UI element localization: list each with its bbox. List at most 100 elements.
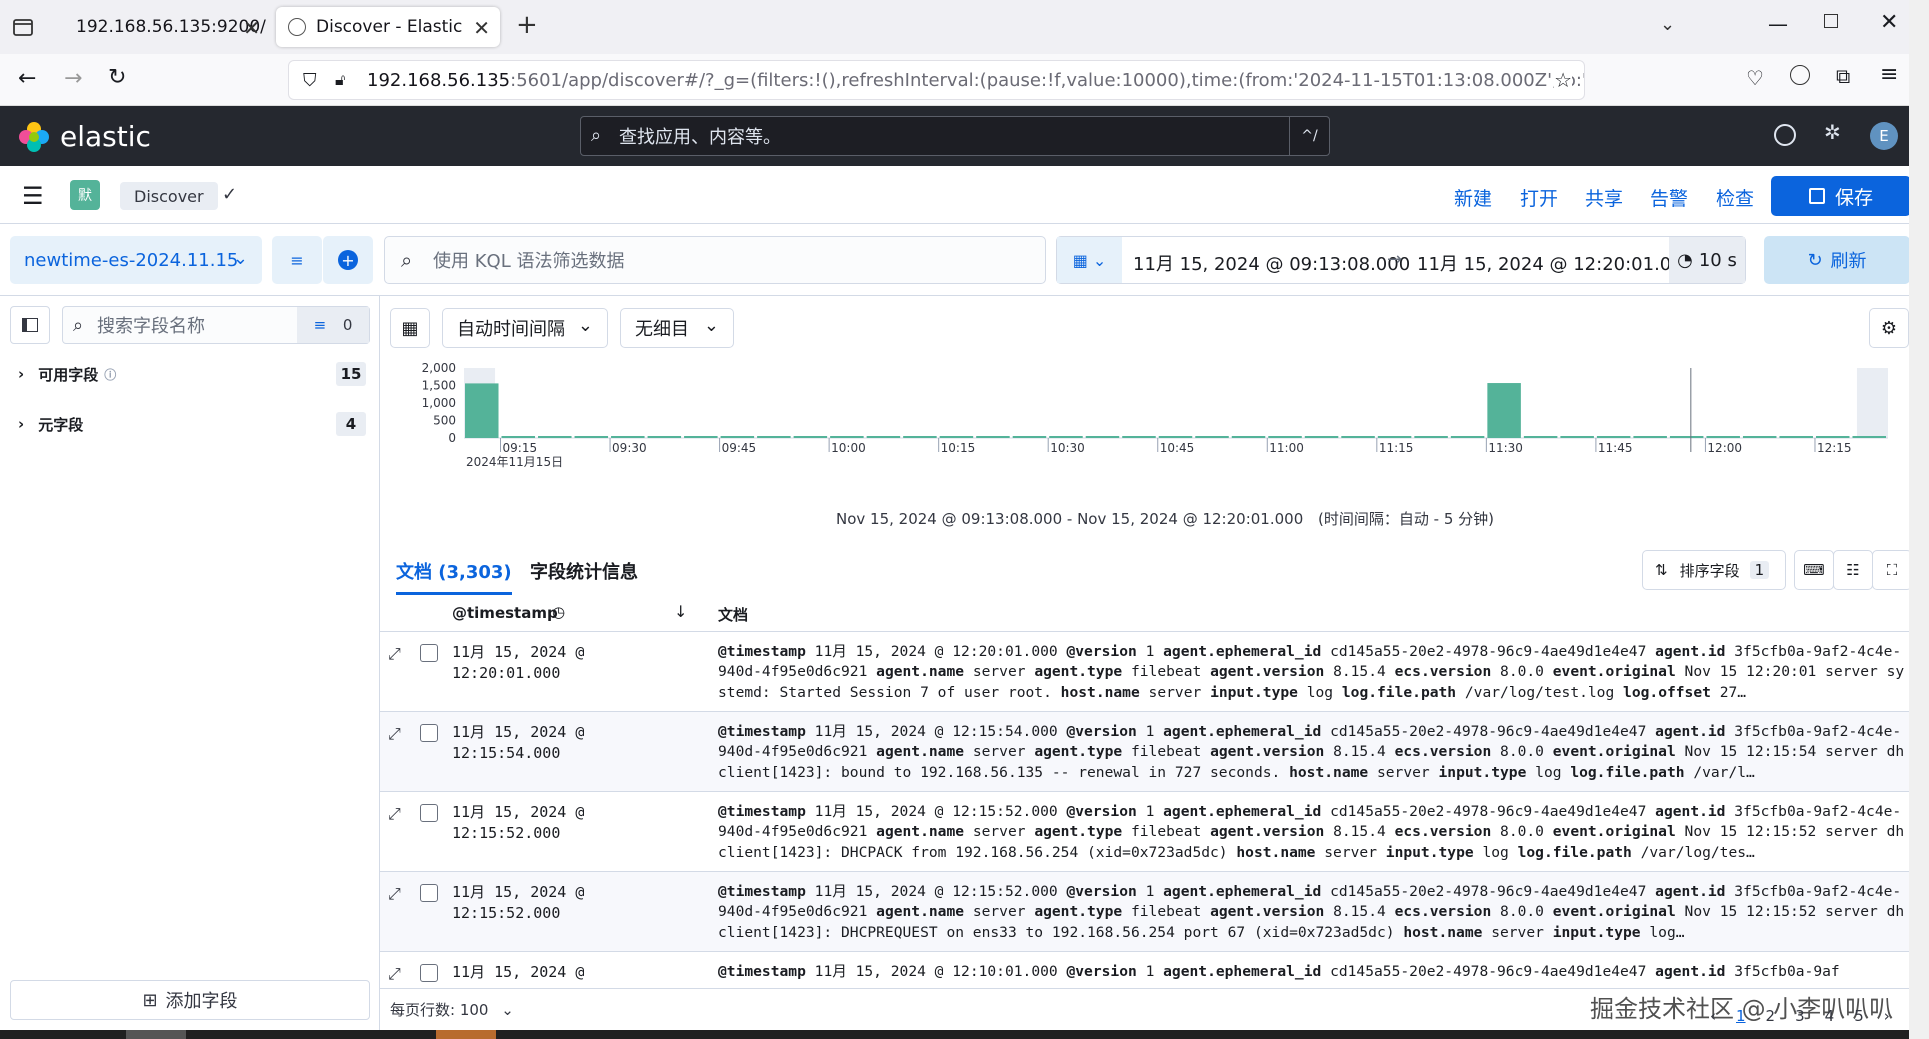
histogram-bar[interactable] <box>1596 436 1631 438</box>
tab-documents[interactable]: 文档 (3,303) <box>396 558 512 595</box>
menu-icon[interactable]: ≡ <box>1880 62 1898 87</box>
histogram-bar[interactable] <box>1231 436 1266 438</box>
refresh-interval-badge[interactable]: ◔ 10 s <box>1669 237 1745 283</box>
new-tab-button[interactable]: + <box>516 10 538 40</box>
taskbar-app-indicator[interactable] <box>126 1030 186 1039</box>
histogram-bar[interactable] <box>1158 436 1193 438</box>
tab-overflow-chevron-icon[interactable]: ⌄ <box>1660 14 1675 35</box>
account-icon[interactable] <box>1790 65 1810 85</box>
chart-options-button[interactable]: ⚙ <box>1869 308 1909 348</box>
histogram-bar[interactable] <box>793 436 828 438</box>
histogram-bar[interactable] <box>1815 436 1850 438</box>
row-checkbox[interactable] <box>420 644 438 662</box>
extensions-icon[interactable]: ⧉ <box>1836 64 1850 88</box>
histogram-bar[interactable] <box>684 436 718 438</box>
sort-descending-icon[interactable]: ↓ <box>674 602 687 621</box>
keyboard-shortcuts-button[interactable]: ⌨ <box>1794 550 1834 590</box>
histogram-bar[interactable] <box>866 436 901 438</box>
time-from[interactable]: 11月 15, 2024 @ 09:13:08.000 <box>1133 250 1410 276</box>
histogram-bar[interactable] <box>1560 436 1594 438</box>
histogram-bar[interactable] <box>1779 436 1813 438</box>
add-field-button[interactable]: ⊞ 添加字段 <box>10 980 370 1020</box>
row-checkbox[interactable] <box>420 724 438 742</box>
sort-fields-button[interactable]: ⇅ 排序字段 1 <box>1642 550 1786 590</box>
table-row[interactable]: ⤢ 11月 15, 2024 @ @timestamp 11月 15, 2024 @… <box>380 952 1910 984</box>
histogram-bar[interactable] <box>538 436 572 438</box>
row-checkbox[interactable] <box>420 804 438 822</box>
histogram-bar[interactable] <box>1669 436 1704 438</box>
table-row[interactable]: ⤢ 11月 15, 2024 @ 12:20:01.000 @timestamp 1… <box>380 632 1910 712</box>
pocket-icon[interactable]: ♡ <box>1746 66 1764 90</box>
histogram-bar[interactable] <box>1304 436 1339 438</box>
open-link[interactable]: 打开 <box>1520 184 1558 211</box>
taskbar-app-indicator[interactable] <box>436 1030 496 1039</box>
browser-tab-discover[interactable]: Discover - Elastic ✕ <box>276 7 500 47</box>
restore-window-button[interactable] <box>1824 14 1838 28</box>
bookmark-star-icon[interactable]: ☆ <box>1554 68 1572 92</box>
rows-per-page-select[interactable]: 每页行数: 100 ⌄ <box>390 999 514 1020</box>
histogram-bar[interactable] <box>976 436 1010 438</box>
back-arrow-icon[interactable]: ← <box>18 66 36 91</box>
table-row[interactable]: ⤢ 11月 15, 2024 @ 12:15:52.000 @timestamp 1… <box>380 872 1910 952</box>
row-checkbox[interactable] <box>420 964 438 982</box>
reload-icon[interactable]: ↻ <box>108 65 126 90</box>
histogram-bar[interactable] <box>1195 436 1229 438</box>
shield-icon[interactable]: ⛉ <box>303 70 317 91</box>
space-badge[interactable]: 默 <box>70 180 100 210</box>
page-5[interactable]: 5 <box>1854 1007 1864 1025</box>
table-row[interactable]: ⤢ 11月 15, 2024 @ 12:15:52.000 @timestamp 1… <box>380 792 1910 872</box>
url-field[interactable]: ⛉ 🔓︎ 192.168.56.135:5601/app/discover#/?… <box>288 60 1585 100</box>
page-2[interactable]: 2 <box>1766 1007 1776 1025</box>
histogram-bar[interactable] <box>939 436 974 438</box>
page-next-icon[interactable]: › <box>1884 1007 1890 1025</box>
global-search-input[interactable]: ⌕ 查找应用、内容等。 ^/ <box>580 116 1330 156</box>
table-row[interactable]: ⤢ 11月 15, 2024 @ 12:15:54.000 @timestamp 1… <box>380 712 1910 792</box>
page-scrollbar[interactable] <box>1909 0 1929 1039</box>
close-tab-icon[interactable]: ✕ <box>473 16 490 40</box>
histogram-bar[interactable] <box>1012 436 1047 438</box>
column-header-timestamp[interactable]: @timestamp <box>452 604 558 622</box>
help-icon[interactable] <box>1774 124 1796 146</box>
ai-assistant-icon[interactable]: ✲ <box>1824 120 1841 144</box>
elastic-logo[interactable]: elastic <box>18 120 151 153</box>
filter-options-button[interactable]: ≡ <box>272 236 322 284</box>
breakdown-select[interactable]: 无细目 ⌄ <box>620 308 734 348</box>
row-checkbox[interactable] <box>420 884 438 902</box>
histogram-bar[interactable] <box>1341 436 1375 438</box>
histogram-bar[interactable] <box>1633 436 1667 438</box>
share-link[interactable]: 共享 <box>1585 184 1623 211</box>
fullscreen-button[interactable]: ⛶ <box>1872 550 1912 590</box>
histogram-bar[interactable] <box>1742 436 1777 438</box>
user-avatar[interactable]: E <box>1870 122 1898 150</box>
histogram-bar[interactable] <box>1852 436 1886 438</box>
tab-list-icon[interactable] <box>12 16 34 38</box>
expand-row-icon[interactable]: ⤢ <box>388 644 401 664</box>
histogram-bar[interactable] <box>903 436 937 438</box>
collapse-sidebar-button[interactable] <box>10 306 50 344</box>
histogram-bar[interactable] <box>1450 436 1485 438</box>
expand-row-icon[interactable]: ⤢ <box>388 884 401 904</box>
meta-fields-group[interactable]: › 元字段 4 <box>0 404 380 444</box>
histogram-bar[interactable] <box>830 436 864 438</box>
data-view-picker[interactable]: newtime-es-2024.11.15 ⌄ <box>10 236 262 284</box>
tab-field-stats[interactable]: 字段统计信息 <box>530 558 638 584</box>
expand-row-icon[interactable]: ⤢ <box>388 804 401 824</box>
histogram-bar[interactable] <box>1122 436 1156 438</box>
histogram-bar[interactable] <box>1523 436 1558 438</box>
field-search-input[interactable]: ⌕ 搜索字段名称 ≡ 0 <box>62 306 370 344</box>
page-3[interactable]: 3 <box>1795 1007 1805 1025</box>
expand-row-icon[interactable]: ⤢ <box>388 724 401 744</box>
histogram-bar[interactable] <box>1268 436 1302 438</box>
close-tab-icon[interactable]: ✕ <box>243 16 260 40</box>
available-fields-group[interactable]: › 可用字段 ⓘ 15 <box>0 354 380 394</box>
page-4[interactable]: 4 <box>1825 1007 1835 1025</box>
histogram-bar[interactable] <box>1487 383 1521 438</box>
expand-row-icon[interactable]: ⤢ <box>388 964 401 984</box>
refresh-button[interactable]: ↻ 刷新 <box>1764 236 1910 284</box>
page-prev-icon[interactable]: ‹ <box>1710 1007 1716 1025</box>
histogram-bar[interactable] <box>1377 436 1412 438</box>
new-link[interactable]: 新建 <box>1454 184 1492 211</box>
alerts-link[interactable]: 告警 <box>1650 184 1688 211</box>
close-window-button[interactable]: ✕ <box>1880 10 1898 35</box>
histogram-bar[interactable] <box>574 436 609 438</box>
